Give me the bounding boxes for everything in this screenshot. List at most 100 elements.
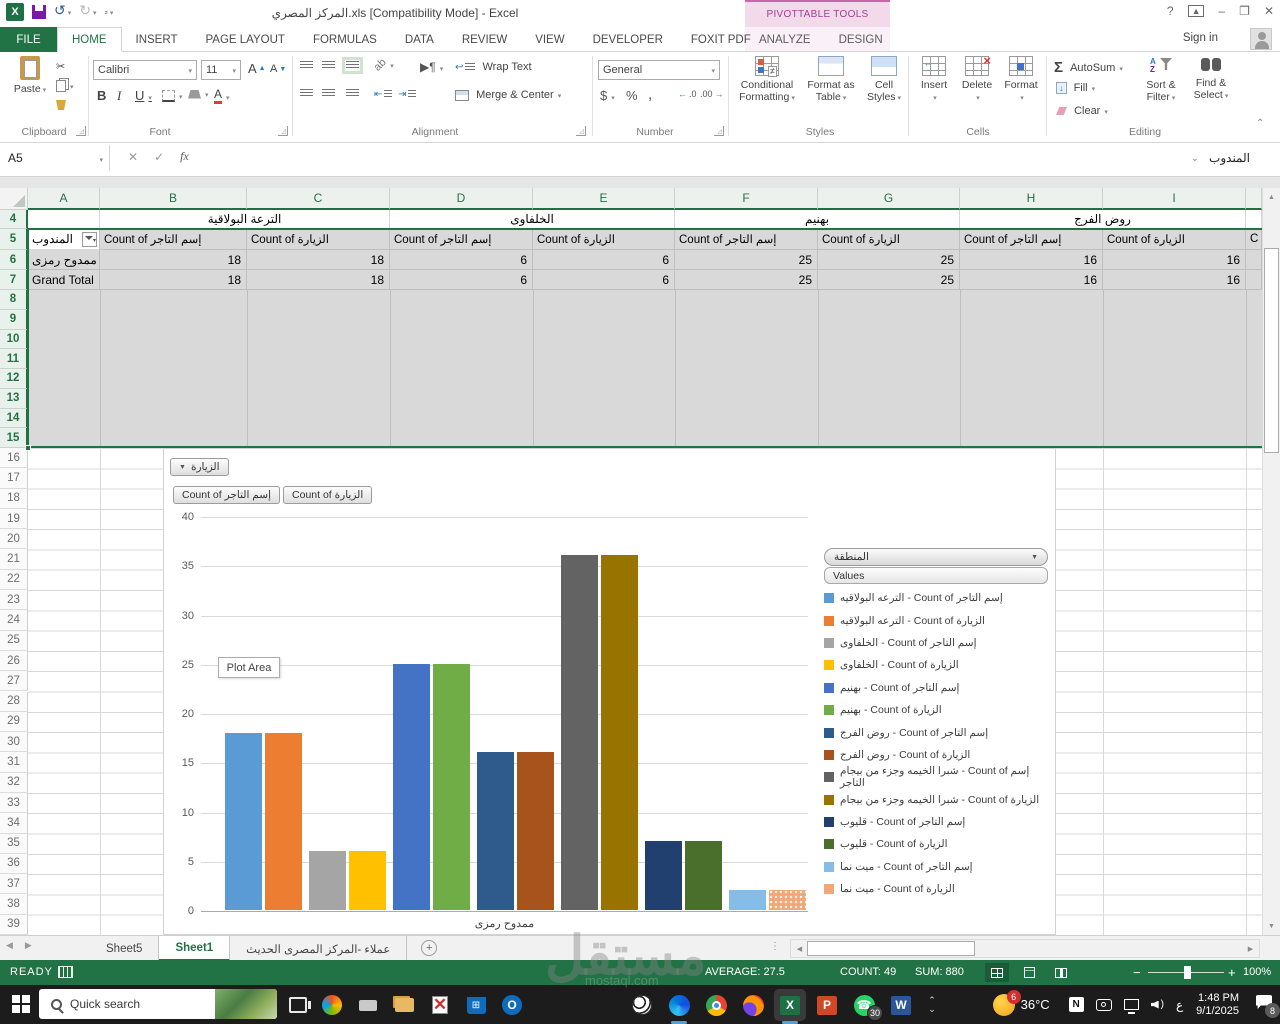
cell-J5-partial[interactable]: C	[1246, 229, 1262, 250]
pivot-value-cell[interactable]: 18	[247, 250, 390, 270]
name-box-dropdown-icon[interactable]	[97, 149, 103, 167]
row-header-14[interactable]: 14	[0, 408, 28, 429]
notion-icon[interactable]: N	[1068, 997, 1084, 1012]
scroll-left-icon[interactable]: ◀	[791, 941, 808, 956]
tab-formulas[interactable]: FORMULAS	[299, 27, 391, 52]
percent-icon[interactable]: %	[626, 88, 638, 103]
save-icon[interactable]	[32, 5, 46, 19]
row-header-38[interactable]: 38	[0, 894, 28, 915]
borders-icon[interactable]	[162, 90, 183, 102]
task-view-icon[interactable]	[286, 993, 311, 1017]
region-header[interactable]: روض الفرج	[960, 210, 1246, 229]
close-icon[interactable]: ✕	[1264, 4, 1274, 18]
zoom-out-icon[interactable]: −	[1133, 965, 1141, 980]
legend-item[interactable]: شبرا الخيمه وجزء من بيجام - Count of إسم…	[824, 765, 1048, 789]
clear-button[interactable]: Clear	[1056, 105, 1108, 117]
taskbar-overflow-icon[interactable]: ⌃ ⌄	[920, 993, 944, 1017]
bar[interactable]	[685, 841, 722, 910]
row-header-28[interactable]: 28	[0, 691, 28, 712]
row-header-25[interactable]: 25	[0, 630, 28, 651]
file-explorer-icon[interactable]	[392, 993, 416, 1017]
pivot-row-label[interactable]: ممدوح رمزى	[28, 250, 100, 270]
scroll-down-icon[interactable]: ▼	[1263, 917, 1280, 935]
tab-insert[interactable]: INSERT	[122, 27, 192, 52]
sheet-tab-sheet5[interactable]: Sheet5	[90, 936, 160, 961]
pivot-value-cell[interactable]: 6	[390, 270, 533, 290]
font-name-combo[interactable]: Calibri	[93, 60, 197, 80]
pivot-value-header[interactable]: Count of إسم التاجر	[390, 229, 533, 250]
tab-file[interactable]: FILE	[0, 27, 57, 52]
tab-design[interactable]: DESIGN	[825, 27, 897, 52]
row-header-23[interactable]: 23	[0, 590, 28, 611]
alignment-launcher[interactable]	[576, 126, 586, 136]
vertical-scroll-thumb[interactable]	[1264, 248, 1279, 453]
bar[interactable]	[601, 555, 638, 910]
column-header-H[interactable]: H	[960, 188, 1103, 210]
cell-J4-partial[interactable]	[1246, 210, 1262, 229]
number-format-combo[interactable]: General	[598, 60, 720, 80]
pivot-value-header[interactable]: Count of الزيارة	[818, 229, 960, 250]
store-icon[interactable]: ⊞	[464, 993, 488, 1017]
bar[interactable]	[561, 555, 598, 910]
bar[interactable]	[477, 752, 514, 910]
column-header-E[interactable]: E	[533, 188, 675, 210]
dictionary-icon[interactable]: ✕	[428, 993, 452, 1017]
new-sheet-icon[interactable]: +	[421, 940, 438, 956]
search-box[interactable]: Quick search	[39, 989, 277, 1019]
pivot-chart[interactable]: ▼ الزيارة Count of إسم التاجر Count of ا…	[163, 448, 1056, 935]
column-header-F[interactable]: F	[675, 188, 818, 210]
pivot-value-cell[interactable]: 16	[960, 250, 1103, 270]
legend-item[interactable]: روض الفرج - Count of إسم التاجر	[824, 721, 1048, 743]
pivot-value-header[interactable]: Count of الزيارة	[533, 229, 675, 250]
legend-item[interactable]: الخلفاوى - Count of إسم التاجر	[824, 632, 1048, 654]
sheet-tab-sheet1[interactable]: Sheet1	[159, 936, 231, 961]
sheet-tab-عملاء-المركز-المصرى-الحديث[interactable]: عملاء -المركز المصرى الحديث	[230, 936, 408, 961]
number-launcher[interactable]	[714, 126, 724, 136]
increase-font-icon[interactable]: A ▲	[248, 61, 266, 76]
horizontal-scrollbar[interactable]: ◀ ▶	[790, 939, 1260, 958]
pivot-value-header[interactable]: Count of الزيارة	[247, 229, 390, 250]
bar[interactable]	[769, 890, 806, 910]
align-bottom-icon[interactable]	[342, 57, 363, 74]
zoom-slider[interactable]	[1148, 966, 1224, 979]
increase-indent-icon[interactable]: ⇥	[398, 89, 417, 100]
cut-icon[interactable]: ✂	[56, 60, 65, 73]
outlook-icon[interactable]: O	[500, 993, 524, 1017]
scroll-up-icon[interactable]: ▲	[1263, 188, 1280, 206]
copilot-icon[interactable]	[320, 993, 344, 1017]
network-icon[interactable]	[1123, 999, 1139, 1014]
chart-filter-button[interactable]: ▼ الزيارة	[170, 458, 229, 476]
customize-qat-icon[interactable]: ⸗	[105, 7, 114, 18]
legend-item[interactable]: شبرا الخيمه وجزء من بيجام - Count of الز…	[824, 789, 1048, 811]
font-size-combo[interactable]: 11	[201, 60, 241, 80]
chrome-icon[interactable]	[704, 993, 728, 1017]
legend-item[interactable]: ميت نما - Count of الزيارة	[824, 878, 1048, 900]
increase-decimal-icon[interactable]: ← .0	[678, 89, 697, 99]
restore-icon[interactable]: ❐	[1239, 4, 1250, 18]
format-cells-button[interactable]: Format	[1000, 56, 1042, 105]
row-header-12[interactable]: 12	[0, 369, 28, 389]
tab-home[interactable]: HOME	[57, 27, 122, 52]
cell-styles-button[interactable]: Cell Styles	[862, 56, 906, 105]
row-header-21[interactable]: 21	[0, 549, 28, 570]
active-cell-A5[interactable]: المندوب	[28, 229, 100, 250]
clock[interactable]: 1:48 PM 9/1/2025	[1196, 992, 1239, 1018]
plot-area[interactable]	[201, 517, 808, 912]
column-header-D[interactable]: D	[390, 188, 533, 210]
row-header-26[interactable]: 26	[0, 650, 28, 672]
row-header-22[interactable]: 22	[0, 569, 28, 591]
row-header-33[interactable]: 33	[0, 792, 28, 814]
word-icon[interactable]: W	[889, 993, 913, 1017]
sort-filter-button[interactable]: AZ Sort & Filter	[1138, 56, 1184, 105]
row-header-13[interactable]: 13	[0, 388, 28, 409]
enter-icon[interactable]: ✓	[154, 150, 164, 164]
legend-item[interactable]: قليوب - Count of إسم التاجر	[824, 811, 1048, 833]
pivot-value-cell[interactable]: 18	[247, 270, 390, 290]
copy-icon[interactable]	[56, 80, 74, 92]
device-icon[interactable]	[356, 993, 380, 1017]
edge-icon[interactable]	[667, 993, 691, 1017]
volume-icon[interactable]	[1150, 1000, 1159, 1009]
field-button-visit[interactable]: Count of الزيارة	[283, 486, 373, 504]
row-header-27[interactable]: 27	[0, 671, 28, 692]
legend-item[interactable]: بهنيم - Count of الزيارة	[824, 699, 1048, 721]
